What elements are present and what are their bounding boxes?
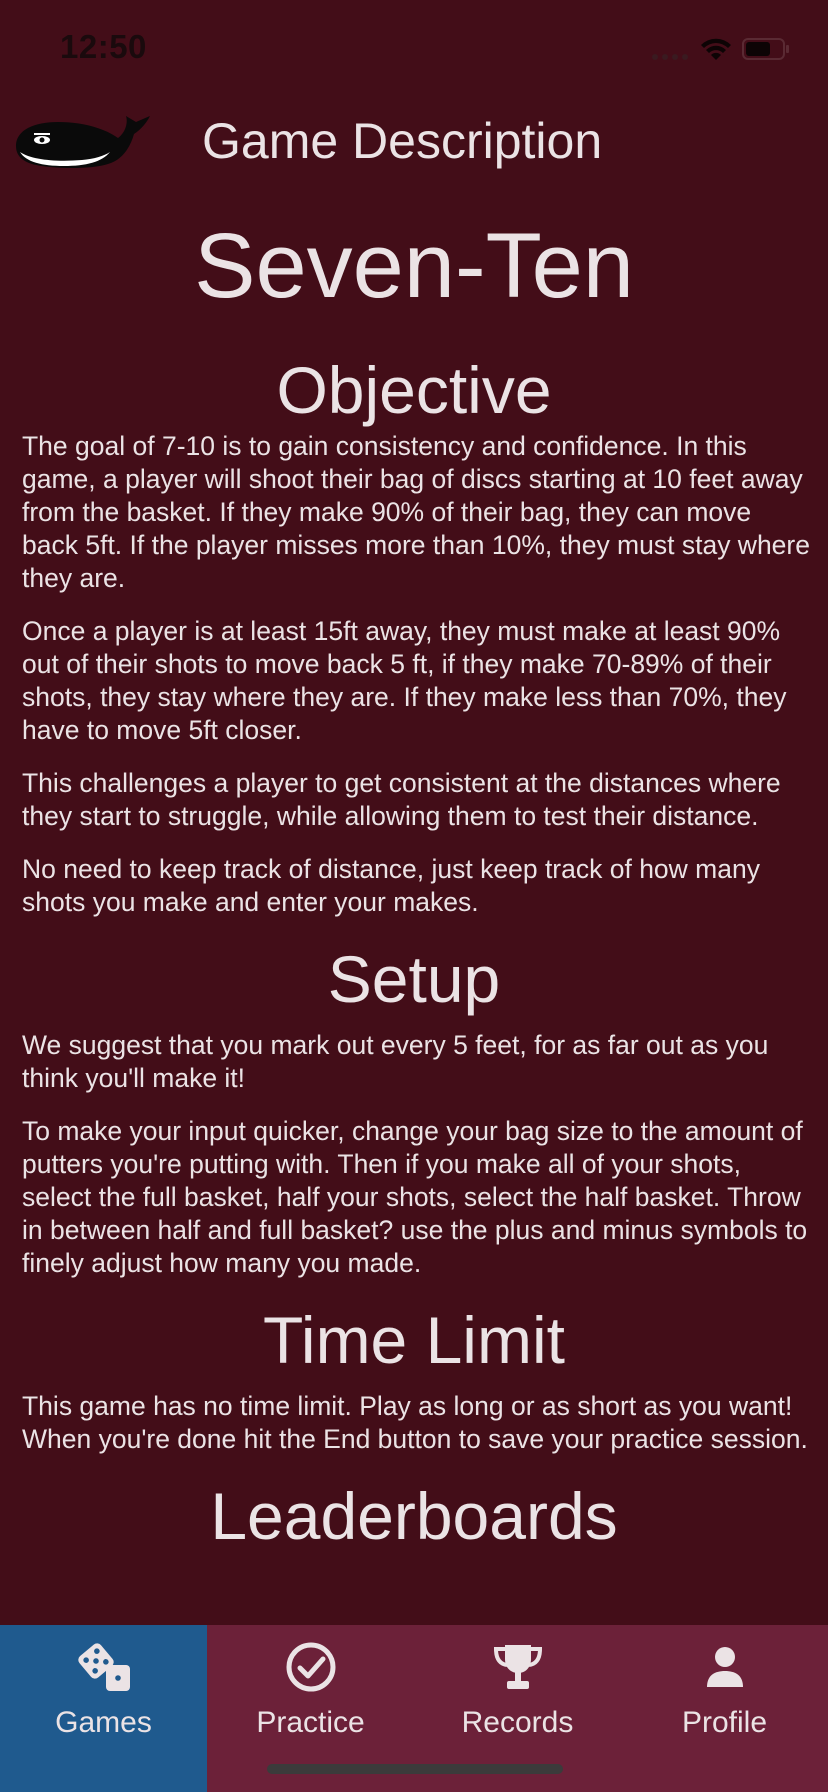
objective-paragraph: Once a player is at least 15ft away, the… bbox=[22, 616, 787, 745]
home-indicator[interactable] bbox=[267, 1764, 563, 1774]
status-bar: 12:50 bbox=[0, 0, 828, 100]
tab-games-label: Games bbox=[55, 1706, 152, 1739]
whale-logo-icon[interactable] bbox=[12, 108, 156, 170]
objective-paragraph: No need to keep track of distance, just … bbox=[22, 854, 760, 917]
battery-icon bbox=[742, 38, 789, 60]
setup-heading: Setup bbox=[327, 942, 501, 1016]
status-time: 12:50 bbox=[60, 28, 147, 65]
header: Game Description bbox=[0, 98, 828, 188]
tab-records-label: Records bbox=[461, 1706, 574, 1739]
time-limit-paragraph: This game has no time limit. Play as lon… bbox=[22, 1391, 808, 1454]
tab-profile[interactable]: Profile bbox=[621, 1625, 828, 1792]
dice-icon bbox=[77, 1643, 130, 1691]
trophy-icon bbox=[493, 1645, 542, 1689]
check-circle-icon bbox=[286, 1642, 335, 1692]
description-content[interactable]: Seven-Ten Objective The goal of 7-10 is … bbox=[0, 200, 828, 1625]
tab-practice-label: Practice bbox=[256, 1706, 365, 1739]
objective-paragraph: This challenges a player to get consiste… bbox=[22, 768, 781, 831]
objective-paragraph: The goal of 7-10 is to gain consistency … bbox=[22, 431, 810, 593]
tab-profile-label: Profile bbox=[681, 1706, 768, 1739]
page-title: Game Description bbox=[202, 113, 603, 169]
leaderboards-heading: Leaderboards bbox=[210, 1479, 618, 1553]
objective-heading: Objective bbox=[276, 353, 552, 427]
cellular-signal-icon bbox=[652, 54, 688, 60]
person-icon bbox=[706, 1647, 743, 1687]
game-description-screen: 12:50 Game Description Seven-Ten Objecti… bbox=[0, 0, 828, 1792]
game-title: Seven-Ten bbox=[194, 215, 634, 317]
setup-paragraph: To make your input quicker, change your … bbox=[22, 1116, 808, 1278]
tab-games[interactable]: Games bbox=[0, 1625, 207, 1792]
time-limit-heading: Time Limit bbox=[263, 1303, 565, 1377]
wifi-icon bbox=[701, 38, 731, 60]
setup-paragraph: We suggest that you mark out every 5 fee… bbox=[22, 1030, 769, 1093]
